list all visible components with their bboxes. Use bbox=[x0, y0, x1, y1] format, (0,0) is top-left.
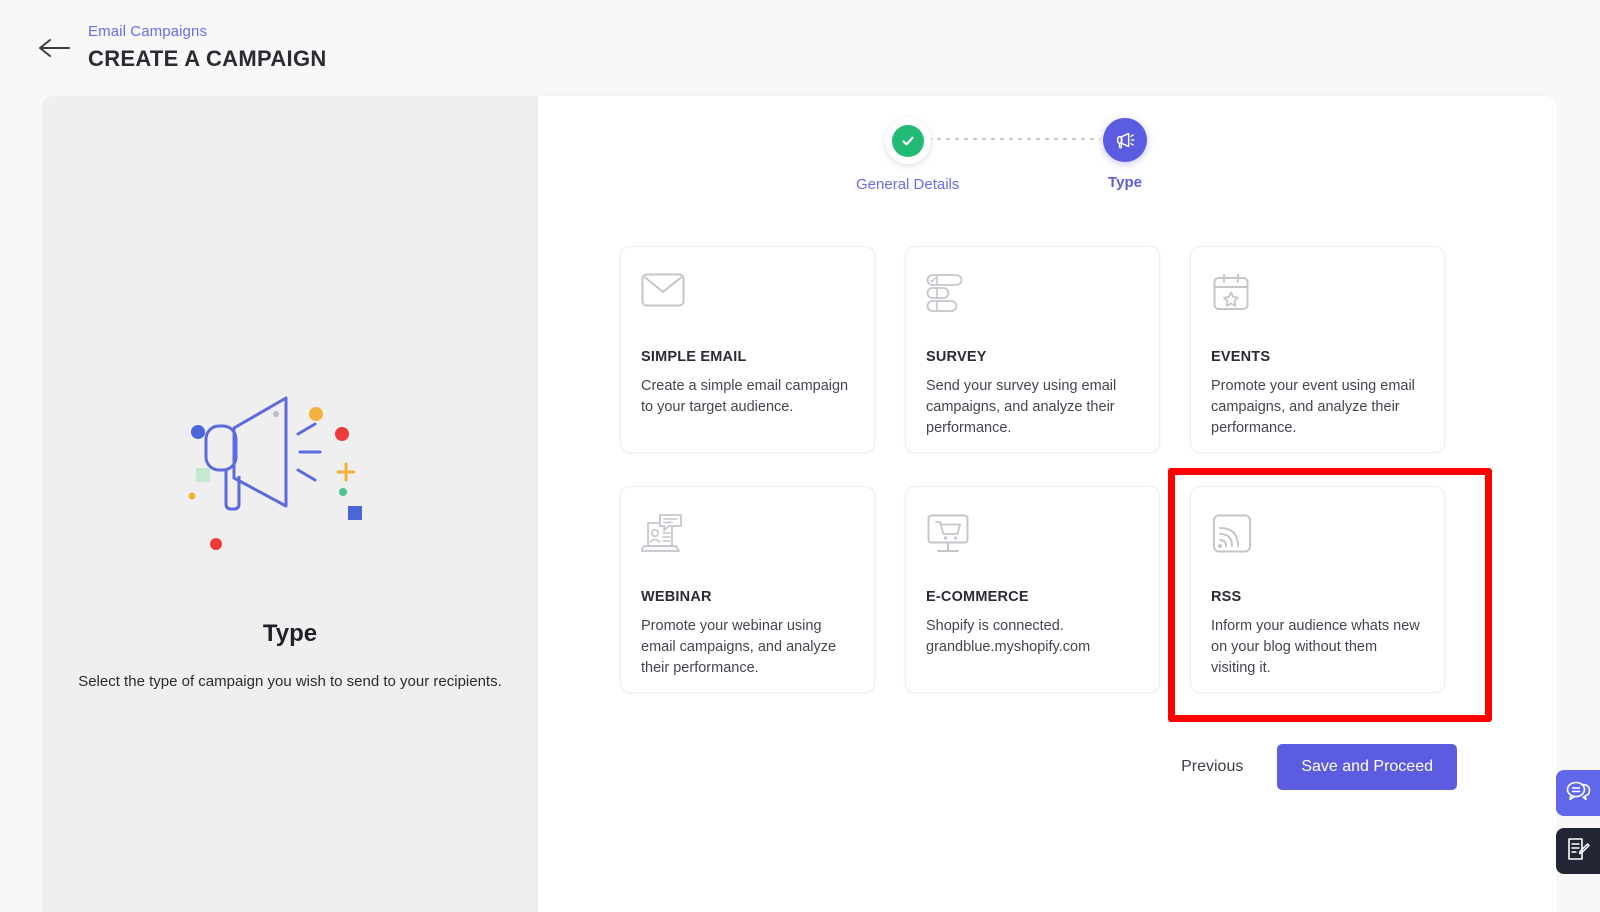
survey-list-icon bbox=[926, 273, 1139, 329]
rss-cast-icon bbox=[1211, 513, 1424, 569]
campaign-card-e-commerce[interactable]: E-COMMERCE Shopify is connected. grandbl… bbox=[905, 486, 1160, 693]
campaign-card-description: Inform your audience whats new on your b… bbox=[1211, 618, 1420, 676]
campaign-card-description: Send your survey using email campaigns, … bbox=[926, 378, 1117, 436]
megaphone-icon bbox=[1103, 118, 1147, 162]
campaign-card-title: RSS bbox=[1211, 589, 1242, 605]
chat-support-fab[interactable] bbox=[1556, 770, 1600, 816]
check-icon bbox=[891, 125, 924, 157]
step-type-label: Type bbox=[1108, 174, 1142, 191]
campaign-card-rss[interactable]: RSS Inform your audience whats new on yo… bbox=[1190, 486, 1445, 693]
previous-button[interactable]: Previous bbox=[1159, 746, 1265, 788]
campaign-card-title: WEBINAR bbox=[641, 589, 712, 605]
page-header: Email Campaigns CREATE A CAMPAIGN bbox=[0, 0, 1600, 96]
megaphone-illustration bbox=[170, 376, 410, 556]
campaign-card-description: Promote your event using email campaigns… bbox=[1211, 378, 1415, 436]
save-and-proceed-button[interactable]: Save and Proceed bbox=[1277, 744, 1457, 790]
envelope-icon bbox=[641, 273, 854, 329]
campaign-card-title: SIMPLE EMAIL bbox=[641, 349, 747, 365]
wizard-footer: Previous Save and Proceed bbox=[538, 744, 1557, 790]
left-info-panel: Type Select the type of campaign you wis… bbox=[42, 96, 538, 912]
header-text-block: Email Campaigns CREATE A CAMPAIGN bbox=[88, 22, 327, 74]
campaign-card-description: Promote your webinar using email campaig… bbox=[641, 618, 837, 676]
campaign-card-simple-email[interactable]: SIMPLE EMAIL Create a simple email campa… bbox=[620, 246, 875, 453]
calendar-star-icon bbox=[1211, 273, 1424, 329]
campaign-card-events[interactable]: EVENTS Promote your event using email ca… bbox=[1190, 246, 1445, 453]
campaign-card-webinar[interactable]: WEBINAR Promote your webinar using email… bbox=[620, 486, 875, 693]
step-type[interactable]: Type bbox=[1103, 118, 1147, 191]
campaign-card-title: E-COMMERCE bbox=[926, 589, 1029, 605]
campaign-card-survey[interactable]: SURVEY Send your survey using email camp… bbox=[905, 246, 1160, 453]
page-title: CREATE A CAMPAIGN bbox=[88, 46, 327, 71]
campaign-card-title: SURVEY bbox=[926, 349, 987, 365]
campaign-type-grid: SIMPLE EMAIL Create a simple email campa… bbox=[620, 246, 1445, 693]
step-general-details-label: General Details bbox=[856, 176, 960, 193]
left-panel-subtitle: Select the type of campaign you wish to … bbox=[78, 673, 502, 690]
left-panel-heading: Type bbox=[262, 620, 318, 647]
campaign-card-description: Create a simple email campaign to your t… bbox=[641, 378, 849, 415]
feedback-note-fab[interactable] bbox=[1556, 828, 1600, 874]
step-general-details[interactable]: General Details bbox=[856, 118, 959, 193]
step-general-details-circle bbox=[884, 118, 931, 164]
campaign-card-title: EVENTS bbox=[1211, 349, 1271, 365]
chat-bubbles-icon bbox=[1565, 779, 1591, 808]
monitor-cart-icon bbox=[926, 513, 1139, 569]
laptop-person-icon bbox=[641, 513, 854, 569]
breadcrumb-email-campaigns[interactable]: Email Campaigns bbox=[88, 22, 327, 42]
wizard-stepper: General Details Type bbox=[538, 96, 1557, 216]
note-edit-icon bbox=[1565, 836, 1591, 867]
campaign-card-description: Shopify is connected. grandblue.myshopif… bbox=[926, 618, 1091, 655]
arrow-left-icon bbox=[38, 38, 72, 58]
back-button[interactable] bbox=[28, 21, 82, 75]
